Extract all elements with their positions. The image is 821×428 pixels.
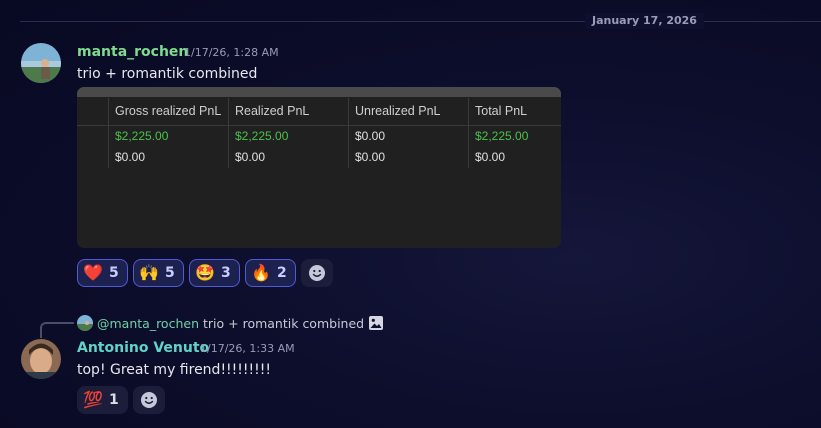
hundred-points-icon: 💯: [83, 390, 103, 409]
smiley-icon: [309, 265, 325, 281]
username[interactable]: manta_rochen: [77, 43, 188, 61]
pnl-table: Gross realized PnL Realized PnL Unrealiz…: [77, 98, 561, 168]
message-text: top! Great my firend!!!!!!!!!: [77, 362, 271, 378]
add-reaction-button[interactable]: [133, 386, 165, 414]
reaction-star-struck[interactable]: 🤩 3: [189, 259, 240, 287]
timestamp: 1/17/26, 1:33 AM: [200, 342, 295, 355]
reply-reference[interactable]: @manta_rochen trio + romantik combined: [77, 314, 384, 332]
smiley-icon: [141, 392, 157, 408]
star-struck-icon: 🤩: [195, 263, 215, 282]
red-heart-icon: ❤️: [83, 263, 103, 282]
raising-hands-icon: 🙌: [139, 263, 159, 282]
table-header-row: Gross realized PnL Realized PnL Unrealiz…: [77, 98, 561, 126]
reaction-raising-hands[interactable]: 🙌 5: [133, 259, 184, 287]
reaction-heart[interactable]: ❤️ 5: [77, 259, 128, 287]
message-text: trio + romantik combined: [77, 66, 258, 82]
avatar[interactable]: [21, 339, 61, 379]
reaction-count: 3: [221, 265, 231, 281]
reaction-count: 1: [109, 392, 119, 408]
embed-header-bar: [77, 87, 561, 97]
username[interactable]: Antonino Venuto: [77, 339, 209, 357]
avatar[interactable]: [21, 43, 61, 83]
reaction-count: 5: [165, 265, 175, 281]
reaction-hundred-points[interactable]: 💯 1: [77, 386, 128, 414]
reply-connector: [40, 322, 74, 338]
column-header: Gross realized PnL: [115, 104, 222, 118]
column-header: Unrealized PnL: [355, 104, 441, 118]
reaction-count: 2: [277, 265, 287, 281]
column-header: Total PnL: [475, 104, 528, 118]
image-icon: [369, 316, 384, 330]
table-cell: $2,225.00: [115, 129, 169, 143]
date-divider: January 17, 2026: [585, 13, 704, 29]
table-cell: $2,225.00: [475, 129, 529, 143]
image-attachment[interactable]: Gross realized PnL Realized PnL Unrealiz…: [77, 87, 561, 248]
reply-mention[interactable]: @manta_rochen: [97, 316, 199, 331]
add-reaction-button[interactable]: [301, 259, 333, 287]
timestamp: 1/17/26, 1:28 AM: [184, 46, 279, 59]
table-cell: $0.00: [235, 150, 266, 164]
fire-icon: 🔥: [251, 263, 271, 282]
table-row: $2,225.00 $2,225.00 $0.00 $2,225.00: [77, 126, 561, 147]
table-cell: $0.00: [355, 150, 386, 164]
table-cell: $0.00: [355, 129, 386, 143]
reaction-fire[interactable]: 🔥 2: [245, 259, 296, 287]
reaction-count: 5: [109, 265, 119, 281]
table-cell: $0.00: [475, 150, 506, 164]
reply-avatar: [77, 315, 93, 331]
table-cell: $2,225.00: [235, 129, 289, 143]
table-row: $0.00 $0.00 $0.00 $0.00: [77, 147, 561, 168]
table-cell: $0.00: [115, 150, 146, 164]
column-header: Realized PnL: [235, 104, 310, 118]
reply-preview-text[interactable]: trio + romantik combined: [203, 316, 364, 331]
